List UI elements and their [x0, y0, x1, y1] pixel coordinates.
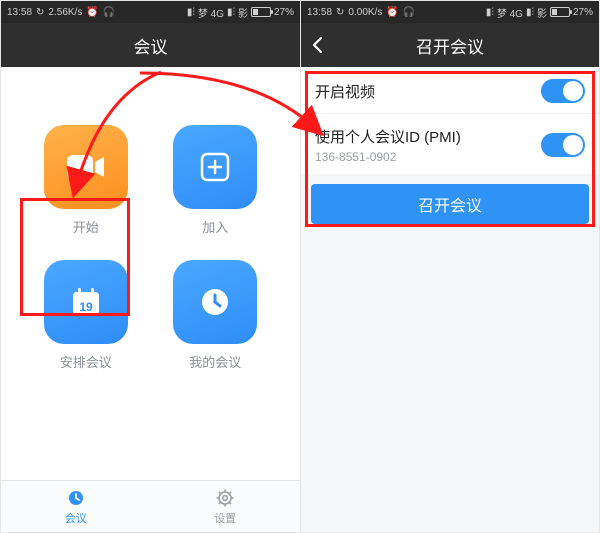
- status-battery: 27%: [274, 7, 294, 18]
- tile-join-box[interactable]: [173, 125, 257, 209]
- status-carrier: 梦 4G: [497, 5, 523, 20]
- status-netspeed: 0.00K/s: [348, 7, 382, 18]
- tab-meeting-label: 会议: [65, 510, 87, 526]
- status-carrier-2: 影: [537, 5, 547, 20]
- row-enable-video: 开启视频: [301, 67, 599, 114]
- tile-join[interactable]: 加入: [173, 125, 257, 236]
- pmi-value: 136-8551-0902: [315, 150, 461, 164]
- status-bar: 13:58 ↻ 0.00K/s ⏰ 🎧 ▮⫶ 梦 4G ▮⫶ 影 27%: [301, 1, 599, 23]
- tab-settings-label: 设置: [214, 510, 236, 526]
- tile-start-box[interactable]: [44, 125, 128, 209]
- status-carrier-2: 影: [238, 5, 248, 20]
- phone-right: 13:58 ↻ 0.00K/s ⏰ 🎧 ▮⫶ 梦 4G ▮⫶ 影 27%: [300, 1, 599, 532]
- tile-schedule-label: 安排会议: [60, 352, 112, 371]
- battery-icon: [550, 7, 570, 17]
- clock-icon: [67, 488, 85, 508]
- tile-start-label: 开始: [73, 217, 99, 236]
- status-carrier: 梦 4G: [198, 5, 224, 20]
- tile-start[interactable]: 开始: [44, 125, 128, 236]
- tile-mine-label: 我的会议: [189, 352, 241, 371]
- tile-schedule[interactable]: 19 安排会议: [44, 260, 128, 371]
- header: 召开会议: [301, 23, 599, 67]
- start-meeting-button-label: 召开会议: [418, 192, 482, 216]
- header: 会议: [1, 23, 300, 67]
- use-pmi-toggle[interactable]: [541, 133, 585, 157]
- row-use-pmi: 使用个人会议ID (PMI) 136-8551-0902: [301, 114, 599, 174]
- gear-icon: [216, 488, 234, 508]
- status-battery: 27%: [573, 7, 593, 18]
- headset-icon: 🎧: [403, 7, 415, 18]
- enable-video-label: 开启视频: [315, 81, 375, 102]
- tile-mine[interactable]: 我的会议: [173, 260, 257, 371]
- chevron-left-icon: [311, 36, 323, 54]
- start-meeting-button[interactable]: 召开会议: [311, 184, 589, 224]
- tile-mine-box[interactable]: [173, 260, 257, 344]
- sync-icon: ↻: [36, 7, 44, 18]
- page-title: 召开会议: [416, 33, 484, 58]
- status-time: 13:58: [7, 7, 32, 18]
- phone-left: 13:58 ↻ 2.56K/s ⏰ 🎧 ▮⫶ 梦 4G ▮⫶ 影 27% 会议: [1, 1, 300, 532]
- status-bar: 13:58 ↻ 2.56K/s ⏰ 🎧 ▮⫶ 梦 4G ▮⫶ 影 27%: [1, 1, 300, 23]
- alarm-icon: ⏰: [86, 7, 98, 18]
- tab-meeting[interactable]: 会议: [1, 481, 151, 532]
- signal-icon: ▮⫶: [187, 7, 195, 18]
- signal-icon: ▮⫶: [486, 7, 494, 18]
- tab-bar: 会议 设置: [1, 480, 300, 532]
- calendar-icon: 19: [70, 286, 102, 318]
- video-camera-icon: [66, 154, 106, 180]
- tile-schedule-box[interactable]: 19: [44, 260, 128, 344]
- options-panel: 开启视频 使用个人会议ID (PMI) 136-8551-0902: [301, 67, 599, 174]
- tab-settings[interactable]: 设置: [151, 481, 301, 532]
- use-pmi-label: 使用个人会议ID (PMI): [315, 126, 461, 147]
- sync-icon: ↻: [336, 7, 344, 18]
- tile-grid: 开始 加入: [1, 67, 300, 371]
- signal-icon-2: ▮⫶: [227, 7, 235, 18]
- signal-icon-2: ▮⫶: [526, 7, 534, 18]
- svg-text:19: 19: [79, 300, 93, 314]
- enable-video-toggle[interactable]: [541, 79, 585, 103]
- status-time: 13:58: [307, 7, 332, 18]
- plus-square-icon: [200, 152, 230, 182]
- page-title: 会议: [134, 33, 168, 58]
- battery-icon: [251, 7, 271, 17]
- tile-join-label: 加入: [202, 217, 228, 236]
- alarm-icon: ⏰: [386, 7, 398, 18]
- headset-icon: 🎧: [103, 7, 115, 18]
- clock-icon: [199, 286, 231, 318]
- status-netspeed: 2.56K/s: [48, 7, 82, 18]
- back-button[interactable]: [311, 23, 323, 67]
